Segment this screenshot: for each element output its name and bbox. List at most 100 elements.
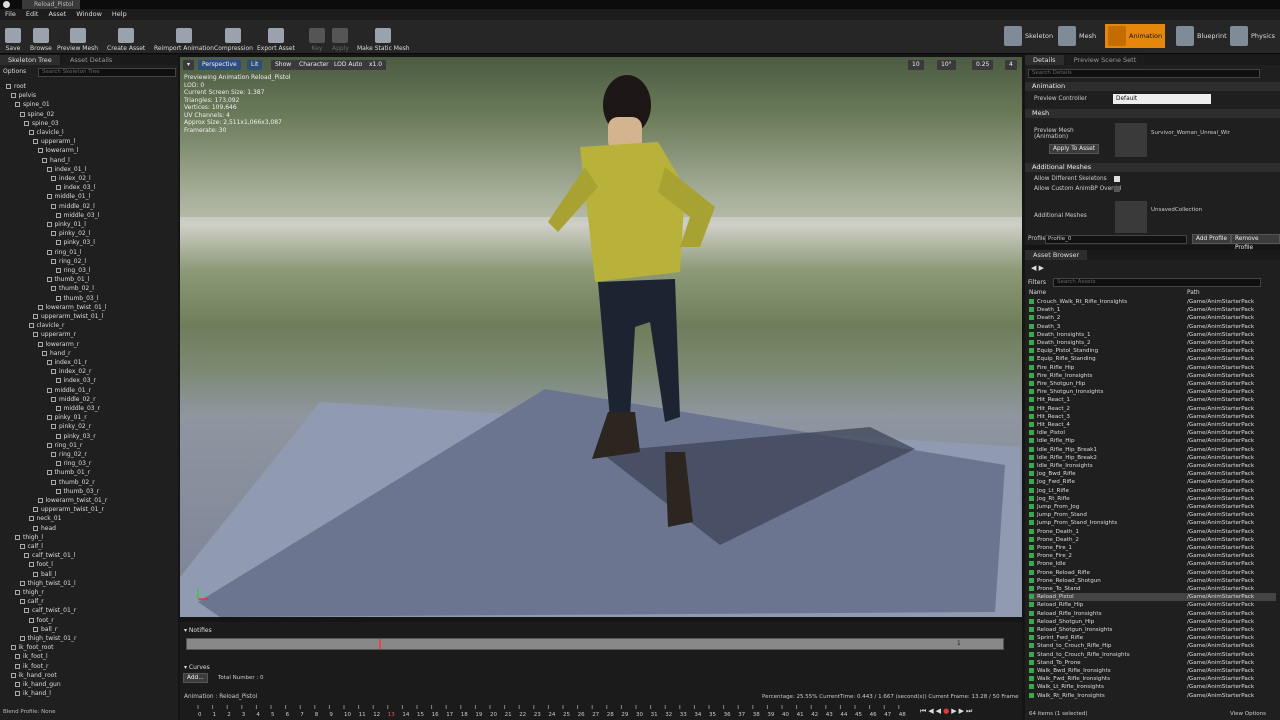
lit-button[interactable]: Lit — [247, 60, 263, 70]
unsaved-collection-value[interactable]: UnsavedCollection — [1151, 207, 1202, 213]
bone-row[interactable]: ik_hand_root — [10, 671, 57, 680]
reimport-animation-button[interactable]: Reimport Animation — [154, 22, 214, 52]
asset-row[interactable]: Idle_Rifle_Hip/Game/AnimStarterPack — [1029, 437, 1276, 445]
bone-row[interactable]: index_02_l — [51, 174, 91, 183]
bone-row[interactable]: ik_foot_r — [15, 662, 48, 671]
asset-row[interactable]: Hit_React_1/Game/AnimStarterPack — [1029, 396, 1276, 404]
bone-row[interactable]: spine_02 — [19, 110, 54, 119]
add-profile-button[interactable]: Add Profile — [1192, 234, 1232, 244]
asset-row[interactable]: Prone_Reload_Shotgun/Game/AnimStarterPac… — [1029, 577, 1276, 585]
compression-button[interactable]: Compression — [214, 22, 253, 52]
asset-row[interactable]: Hit_React_4/Game/AnimStarterPack — [1029, 421, 1276, 429]
add-curve-button[interactable]: Add... — [183, 673, 208, 683]
view-options-button[interactable]: View Options — [1230, 711, 1266, 717]
preview-viewport[interactable]: ▾ Perspective Lit Show Character LOD Aut… — [180, 57, 1022, 617]
playhead-marker[interactable] — [379, 639, 381, 649]
asset-row[interactable]: Jump_From_Jog/Game/AnimStarterPack — [1029, 503, 1276, 511]
bone-row[interactable]: middle_02_r — [51, 395, 96, 404]
asset-row[interactable]: Prone_Death_2/Game/AnimStarterPack — [1029, 536, 1276, 544]
asset-row[interactable]: Idle_Rifle_Hip_Break1/Game/AnimStarterPa… — [1029, 446, 1276, 454]
bone-row[interactable]: root — [6, 82, 26, 91]
bone-row[interactable]: spine_01 — [15, 100, 50, 109]
bone-row[interactable]: hand_l — [42, 156, 70, 165]
asset-row[interactable]: Prone_Death_1/Game/AnimStarterPack — [1029, 528, 1276, 536]
bone-row[interactable]: index_02_r — [51, 367, 92, 376]
bone-row[interactable]: thumb_02_r — [51, 478, 95, 487]
asset-row[interactable]: Walk_Bwd_Rifle_Ironsights/Game/AnimStart… — [1029, 667, 1276, 675]
tab-preview-scene[interactable]: Preview Scene Sett — [1065, 55, 1145, 65]
column-name-header[interactable]: Name — [1029, 290, 1046, 296]
bone-row[interactable]: pinky_02_l — [51, 229, 90, 238]
asset-row[interactable]: Death_Ironsights_1/Game/AnimStarterPack — [1029, 331, 1276, 339]
bone-row[interactable]: ik_foot_root — [10, 643, 53, 652]
bone-row[interactable]: middle_01_l — [46, 192, 90, 201]
bone-row[interactable]: thumb_03_r — [55, 487, 99, 496]
record-icon[interactable]: ● — [943, 707, 951, 715]
asset-row[interactable]: Jog_Lt_Rifle/Game/AnimStarterPack — [1029, 487, 1276, 495]
bone-row[interactable]: ik_hand_l — [15, 689, 51, 698]
bone-row[interactable]: upperarm_twist_01_l — [33, 312, 103, 321]
skeleton-search-input[interactable]: Search Skeleton Tree — [38, 68, 176, 77]
preview-mesh-value[interactable]: Survivor_Woman_Unreal_Wir — [1151, 130, 1230, 136]
bone-row[interactable]: spine_03 — [24, 119, 59, 128]
tab-asset-details[interactable]: Asset Details — [61, 55, 121, 65]
additional-meshes-section-header[interactable]: Additional Meshes — [1025, 163, 1280, 172]
bone-row[interactable]: middle_03_l — [55, 211, 99, 220]
animation-section-header[interactable]: Animation — [1025, 82, 1280, 91]
remove-profile-button[interactable]: Remove Profile — [1231, 234, 1280, 251]
bone-row[interactable]: hand_r — [42, 349, 71, 358]
bone-row[interactable]: lowerarm_twist_01_r — [37, 496, 107, 505]
filters-dropdown[interactable]: Filters — [1028, 279, 1046, 286]
asset-row[interactable]: Death_1/Game/AnimStarterPack — [1029, 306, 1276, 314]
asset-row[interactable]: Stand_to_Crouch_Rifle_Ironsights/Game/An… — [1029, 651, 1276, 659]
bone-row[interactable]: calf_twist_01_l — [24, 551, 75, 560]
mesh-section-header[interactable]: Mesh — [1025, 109, 1280, 118]
bone-row[interactable]: upperarm_l — [33, 137, 75, 146]
asset-row[interactable]: Crouch_Walk_Rt_Rifle_Ironsights/Game/Ani… — [1029, 298, 1276, 306]
scale-snap-value[interactable]: 0.25 — [972, 60, 994, 70]
bone-row[interactable]: ring_03_l — [55, 266, 91, 275]
bone-row[interactable]: ball_r — [33, 625, 57, 634]
asset-row[interactable]: Idle_Rifle_Ironsights/Game/AnimStarterPa… — [1029, 462, 1276, 470]
bone-row[interactable]: neck_01 — [28, 514, 61, 523]
asset-row[interactable]: Prone_Fire_1/Game/AnimStarterPack — [1029, 544, 1276, 552]
menu-edit[interactable]: Edit — [26, 9, 39, 20]
preview-controller-dropdown[interactable]: Default — [1113, 94, 1211, 104]
menu-help[interactable]: Help — [112, 9, 127, 20]
mode-animation[interactable]: Animation — [1105, 24, 1166, 48]
apply-button[interactable]: Apply — [332, 22, 349, 52]
menu-window[interactable]: Window — [76, 9, 102, 20]
asset-row[interactable]: Reload_Pistol/Game/AnimStarterPack — [1029, 593, 1276, 602]
bone-row[interactable]: head — [33, 524, 56, 533]
details-search-input[interactable]: Search Details — [1028, 69, 1260, 78]
asset-row[interactable]: Stand_to_Crouch_Rifle_Hip/Game/AnimStart… — [1029, 642, 1276, 650]
bone-row[interactable]: thigh_r — [15, 588, 44, 597]
asset-row[interactable]: Hit_React_3/Game/AnimStarterPack — [1029, 413, 1276, 421]
bone-row[interactable]: foot_r — [28, 616, 54, 625]
preview-mesh-thumbnail[interactable] — [1115, 123, 1147, 157]
bone-row[interactable]: calf_l — [19, 542, 43, 551]
asset-row[interactable]: Jog_Fwd_Rifle/Game/AnimStarterPack — [1029, 478, 1276, 486]
asset-row[interactable]: Idle_Pistol/Game/AnimStarterPack — [1029, 429, 1276, 437]
bone-row[interactable]: thigh_l — [15, 533, 43, 542]
character-button[interactable]: Character — [295, 60, 333, 70]
asset-row[interactable]: Death_Ironsights_2/Game/AnimStarterPack — [1029, 339, 1276, 347]
allow-custom-animbp-checkbox[interactable] — [1114, 186, 1120, 192]
bone-row[interactable]: pinky_01_l — [46, 220, 86, 229]
blend-profile-selector[interactable]: Blend Profile: None — [3, 709, 55, 715]
asset-search-input[interactable]: Search Assets — [1053, 278, 1261, 287]
bone-row[interactable]: foot_l — [28, 560, 53, 569]
bone-row[interactable]: index_01_r — [46, 358, 87, 367]
asset-row[interactable]: Stand_To_Prone/Game/AnimStarterPack — [1029, 659, 1276, 667]
bone-row[interactable]: ring_01_r — [46, 441, 82, 450]
bone-row[interactable]: middle_02_l — [51, 202, 95, 211]
notify-track[interactable]: 1 — [186, 638, 1004, 650]
perspective-button[interactable]: Perspective — [198, 60, 241, 70]
asset-row[interactable]: Fire_Rifle_Ironsights/Game/AnimStarterPa… — [1029, 372, 1276, 380]
bone-row[interactable]: ring_02_r — [51, 450, 87, 459]
asset-row[interactable]: Fire_Shotgun_Ironsights/Game/AnimStarter… — [1029, 388, 1276, 396]
apply-to-asset-button[interactable]: Apply To Asset — [1049, 144, 1099, 154]
bone-row[interactable]: middle_01_r — [46, 386, 91, 395]
profile-dropdown[interactable]: Profile_0 — [1045, 235, 1187, 244]
bone-row[interactable]: clavicle_r — [28, 321, 64, 330]
